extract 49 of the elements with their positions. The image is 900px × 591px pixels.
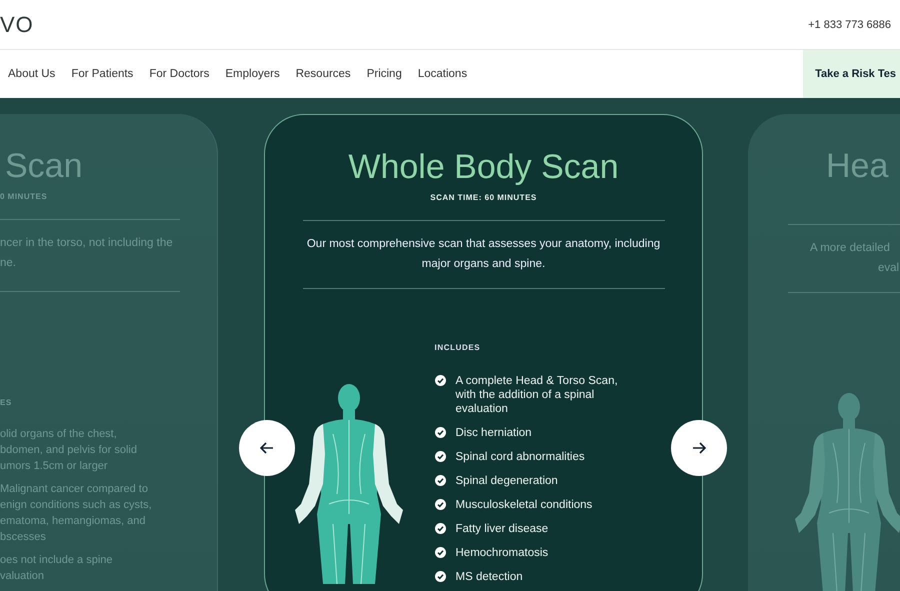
nav-link[interactable]: About Us	[8, 68, 56, 80]
include-item: Fatty liver disease	[456, 522, 550, 536]
nav-link[interactable]: Locations	[418, 68, 468, 80]
include-item: ematoma, hemangiomas, and	[0, 514, 146, 529]
include-item: valuation	[0, 569, 44, 584]
scan-time: 0 MINUTES	[0, 192, 48, 201]
card-title: Whole Body Scan	[348, 147, 619, 187]
includes-label: INCLUDES	[434, 343, 482, 352]
logo[interactable]: VO	[0, 12, 34, 38]
card-description: Our most comprehensive scan that assesses your anatomy, including major organs and spine.	[306, 237, 662, 272]
include-item: enign conditions such as cysts,	[0, 498, 152, 513]
include-item: A complete Head & Torso Scan, with the addition of a spinal evaluation	[456, 374, 619, 416]
include-item: Malignant cancer compared to	[0, 482, 148, 497]
check-circle-icon	[434, 499, 446, 510]
include-item: oes not include a spine	[0, 553, 113, 568]
check-circle-icon	[434, 427, 446, 438]
nav-link[interactable]: Pricing	[366, 68, 402, 80]
include-item: Disc herniation	[456, 426, 533, 440]
check-circle-icon	[434, 451, 446, 462]
include-item: bdomen, and pelvis for solid	[0, 443, 137, 458]
check-circle-icon	[434, 375, 446, 386]
check-circle-icon	[434, 571, 446, 582]
card-description: eval	[878, 261, 900, 276]
card-title: Scan	[5, 146, 82, 186]
nav-link[interactable]: Resources	[296, 68, 351, 80]
nav-link[interactable]: For Doctors	[149, 68, 210, 80]
check-circle-icon	[434, 475, 446, 486]
card-description: A more detailed	[810, 241, 890, 256]
include-item: MS detection	[456, 570, 524, 584]
nav-link[interactable]: For Patients	[71, 68, 134, 80]
check-circle-icon	[434, 547, 446, 558]
card-description: ne.	[0, 256, 16, 271]
include-item: Spinal degeneration	[456, 474, 559, 488]
phone-number[interactable]: +1 833 773 6886	[808, 18, 891, 30]
risk-test-button[interactable]: Take a Risk Tes	[803, 50, 900, 98]
check-circle-icon	[434, 523, 446, 534]
card-title: Hea	[826, 146, 888, 186]
card-description: ncer in the torso, not including the	[0, 236, 173, 251]
scan-time: SCAN TIME: 60 MINUTES	[430, 193, 537, 202]
include-item: bscesses	[0, 530, 46, 545]
include-item: olid organs of the chest,	[0, 427, 117, 442]
left-arrow-icon	[260, 441, 274, 455]
include-item: umors 1.5cm or larger	[0, 459, 108, 474]
includes-label: ES	[0, 398, 12, 407]
include-item: Musculoskeletal conditions	[456, 498, 594, 512]
nav-link[interactable]: Employers	[225, 68, 280, 80]
right-arrow-icon	[692, 441, 706, 455]
include-item: Hemochromatosis	[456, 546, 550, 560]
include-item: Spinal cord abnormalities	[456, 450, 586, 464]
